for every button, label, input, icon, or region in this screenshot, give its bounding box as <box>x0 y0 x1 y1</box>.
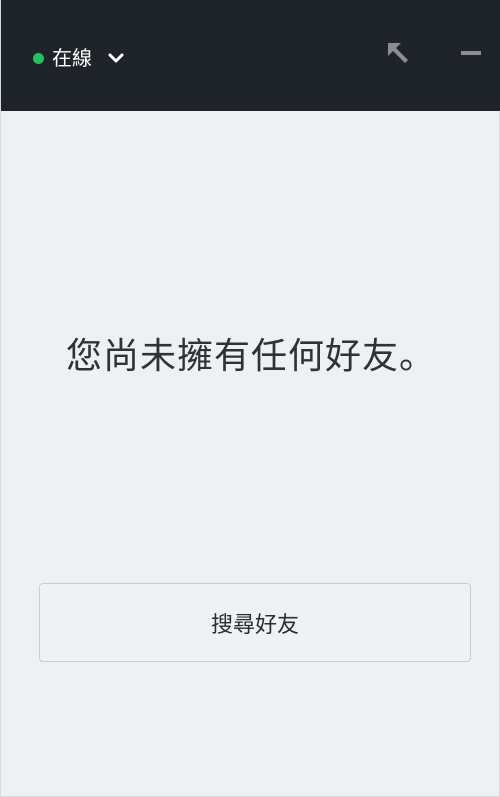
popout-button[interactable] <box>383 40 413 70</box>
status-selector[interactable]: 在線 <box>33 43 124 73</box>
friends-list-area: 您尚未擁有任何好友。 搜尋好友 <box>1 111 500 797</box>
arrow-up-left-icon <box>385 40 411 70</box>
search-friends-button[interactable]: 搜尋好友 <box>39 583 471 662</box>
empty-friends-message: 您尚未擁有任何好友。 <box>65 336 436 377</box>
friends-window: 在線 您尚未擁有任何好友。 搜尋好友 <box>0 0 500 797</box>
minimize-icon <box>460 42 482 68</box>
minimize-button[interactable] <box>456 40 486 70</box>
title-bar: 在線 <box>1 0 500 111</box>
chevron-down-icon[interactable] <box>108 50 124 66</box>
status-label: 在線 <box>52 46 92 70</box>
online-status-icon <box>33 52 44 64</box>
